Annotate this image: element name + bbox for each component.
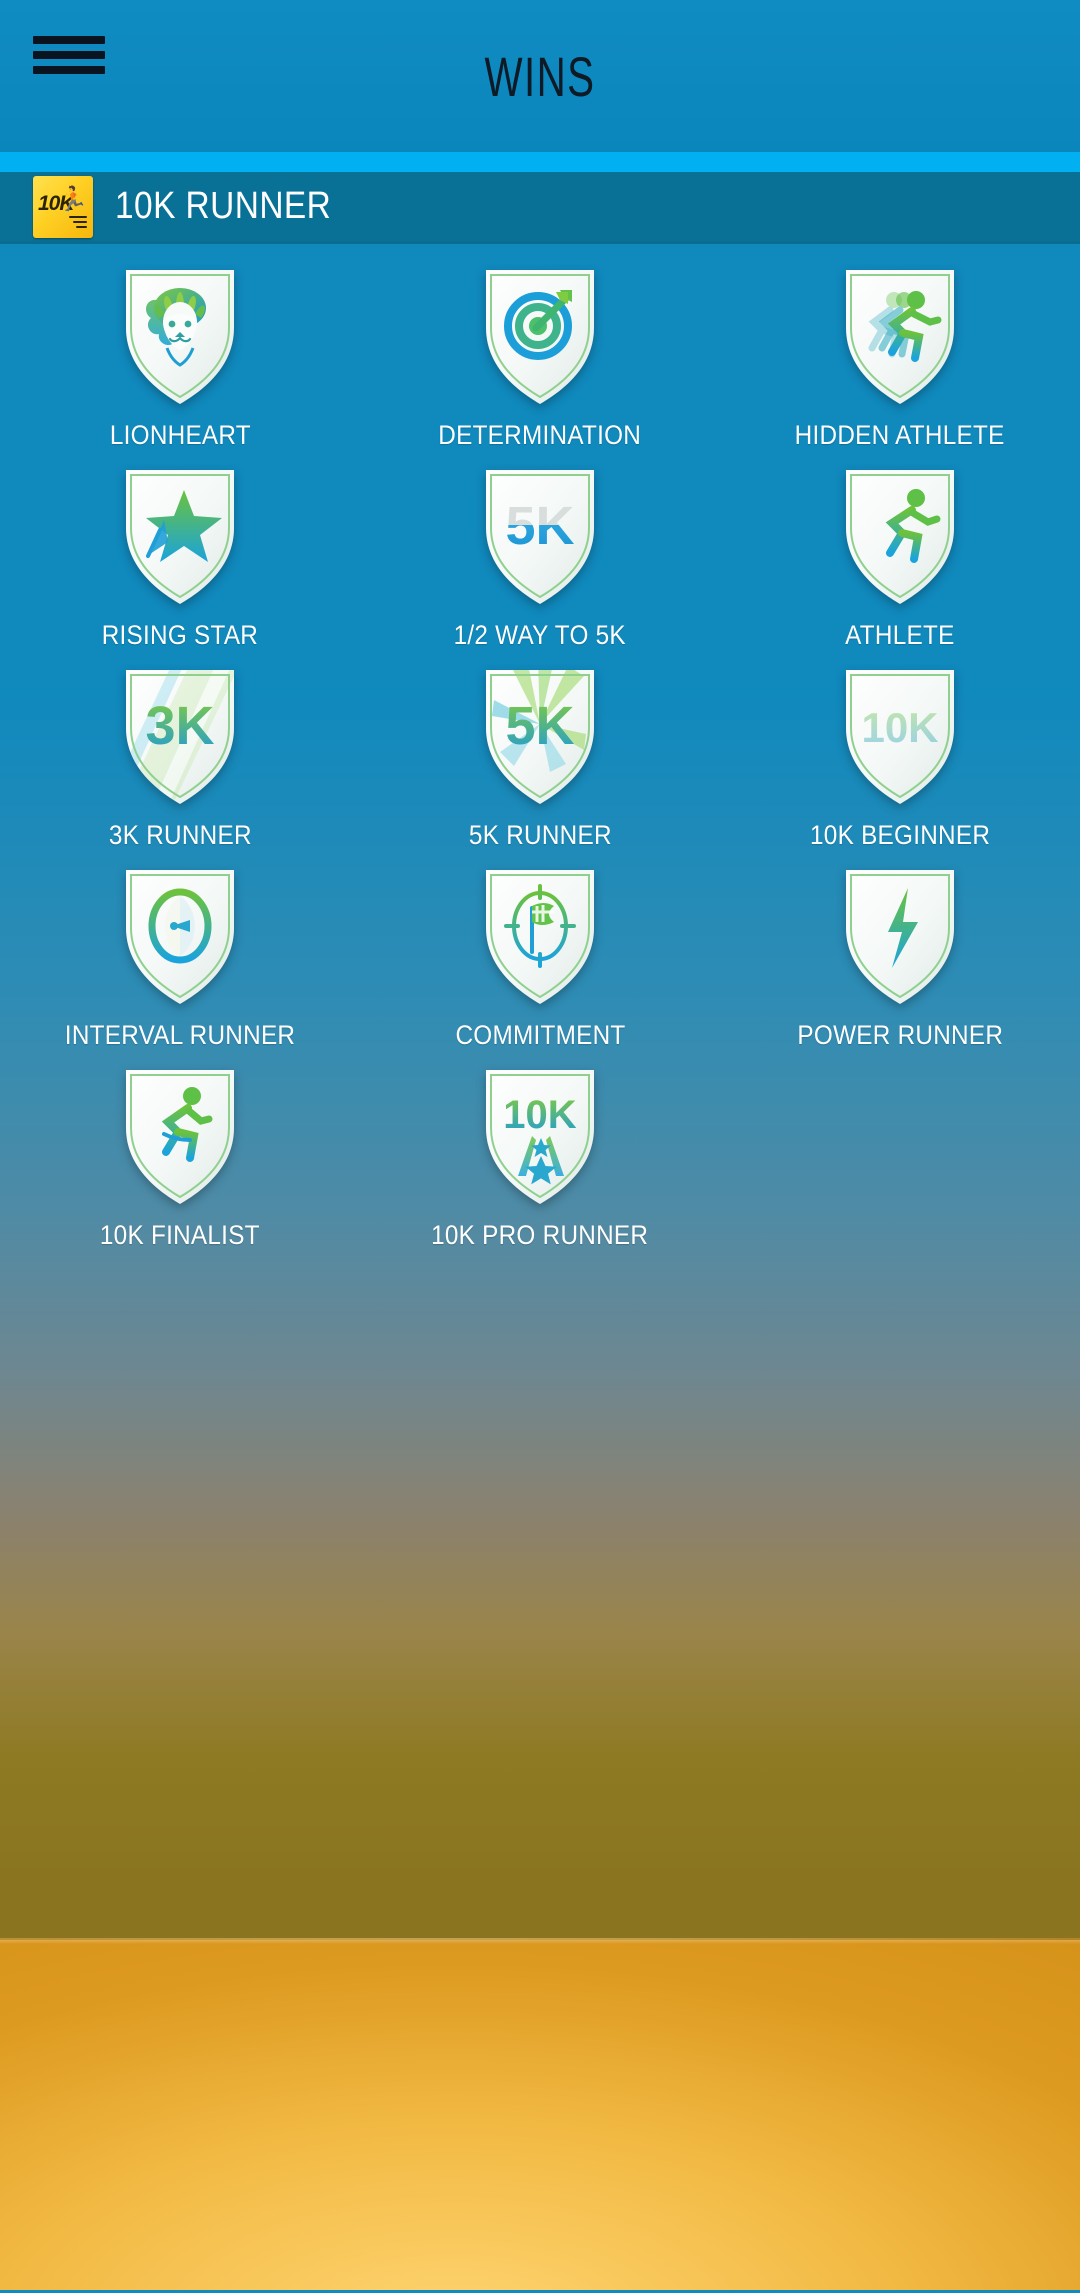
- badge-label: LIONHEART: [109, 420, 251, 450]
- hamburger-bar-2: [33, 51, 105, 59]
- shield-10k-pro-runner: 10K: [480, 1064, 600, 1210]
- badge-label: ATHLETE: [845, 620, 955, 650]
- bottom-panel: [0, 1938, 1080, 2290]
- badge-label: COMMITMENT: [454, 1020, 626, 1050]
- badge-item-3k-runner[interactable]: 3K 3K RUNNER: [0, 656, 360, 856]
- app-icon-runner-icon: 🏃: [58, 185, 88, 213]
- badge-label: RISING STAR: [101, 620, 259, 650]
- shield-10k-beginner: 10K: [840, 664, 960, 810]
- badge-item-10k-beginner[interactable]: 10K 10K BEGINNER: [720, 656, 1080, 856]
- shield-athlete: [840, 464, 960, 610]
- badge-label: 10K FINALIST: [100, 1220, 260, 1250]
- shield-determination: [480, 264, 600, 410]
- shield-hidden-athlete: [840, 264, 960, 410]
- shield-commitment: [480, 864, 600, 1010]
- badge-item-hidden-athlete[interactable]: HIDDEN ATHLETE: [720, 256, 1080, 456]
- badge-item-10k-pro-runner[interactable]: 10K 10K PRO RUNNER: [360, 1056, 720, 1256]
- shield-interval-runner: [120, 864, 240, 1010]
- badge-label: INTERVAL RUNNER: [64, 1020, 296, 1050]
- shield-5k-runner: 5K: [480, 664, 600, 810]
- accent-strip: [0, 152, 1080, 172]
- section-title: 10K RUNNER: [115, 185, 332, 227]
- badge-board: LIONHEART DETERMINATION HIDDEN ATHLETE R…: [0, 244, 1080, 2290]
- shield-lionheart: [120, 264, 240, 410]
- badge-grid: LIONHEART DETERMINATION HIDDEN ATHLETE R…: [0, 244, 1080, 1256]
- 10k-app-icon: 10K 🏃: [33, 175, 93, 238]
- badge-item-determination[interactable]: DETERMINATION: [360, 256, 720, 456]
- hamburger-menu-icon[interactable]: [33, 36, 105, 74]
- badge-label: HIDDEN ATHLETE: [795, 420, 1005, 450]
- hamburger-bar-3: [33, 66, 105, 74]
- badge-item-rising-star[interactable]: RISING STAR: [0, 456, 360, 656]
- badge-item-5k-runner[interactable]: 5K 5K RUNNER: [360, 656, 720, 856]
- badge-label: DETERMINATION: [438, 420, 642, 450]
- badge-label: 1/2 WAY TO 5K: [453, 620, 627, 650]
- badge-label: 3K RUNNER: [108, 820, 252, 850]
- shield-power-runner: [840, 864, 960, 1010]
- badge-label: 10K BEGINNER: [809, 820, 991, 850]
- badge-item-interval-runner[interactable]: INTERVAL RUNNER: [0, 856, 360, 1056]
- shield-10k-finalist: [120, 1064, 240, 1210]
- badge-label: POWER RUNNER: [797, 1020, 1003, 1050]
- page-title: WINS: [484, 44, 596, 108]
- shield-rising-star: [120, 464, 240, 610]
- badge-item-10k-finalist[interactable]: 10K FINALIST: [0, 1056, 360, 1256]
- section-header-10k-runner[interactable]: 10K 🏃 10K RUNNER: [0, 172, 1080, 244]
- app-icon-speed-lines-icon: [69, 215, 87, 231]
- app-bar: WINS: [0, 0, 1080, 152]
- hamburger-bar-1: [33, 36, 105, 44]
- shield-3k-runner: 3K: [120, 664, 240, 810]
- app-screen: WINS 10K 🏃 10K RUNNER LIONHEART DETERMIN…: [0, 0, 1080, 2293]
- badge-item-half-way-to-5k[interactable]: 5K 1/2 WAY TO 5K: [360, 456, 720, 656]
- badge-label: 5K RUNNER: [468, 820, 612, 850]
- badge-item-athlete[interactable]: ATHLETE: [720, 456, 1080, 656]
- badge-label: 10K PRO RUNNER: [431, 1220, 649, 1250]
- badge-item-commitment[interactable]: COMMITMENT: [360, 856, 720, 1056]
- shield-half-way-to-5k: 5K: [480, 464, 600, 610]
- badge-item-power-runner[interactable]: POWER RUNNER: [720, 856, 1080, 1056]
- badge-item-lionheart[interactable]: LIONHEART: [0, 256, 360, 456]
